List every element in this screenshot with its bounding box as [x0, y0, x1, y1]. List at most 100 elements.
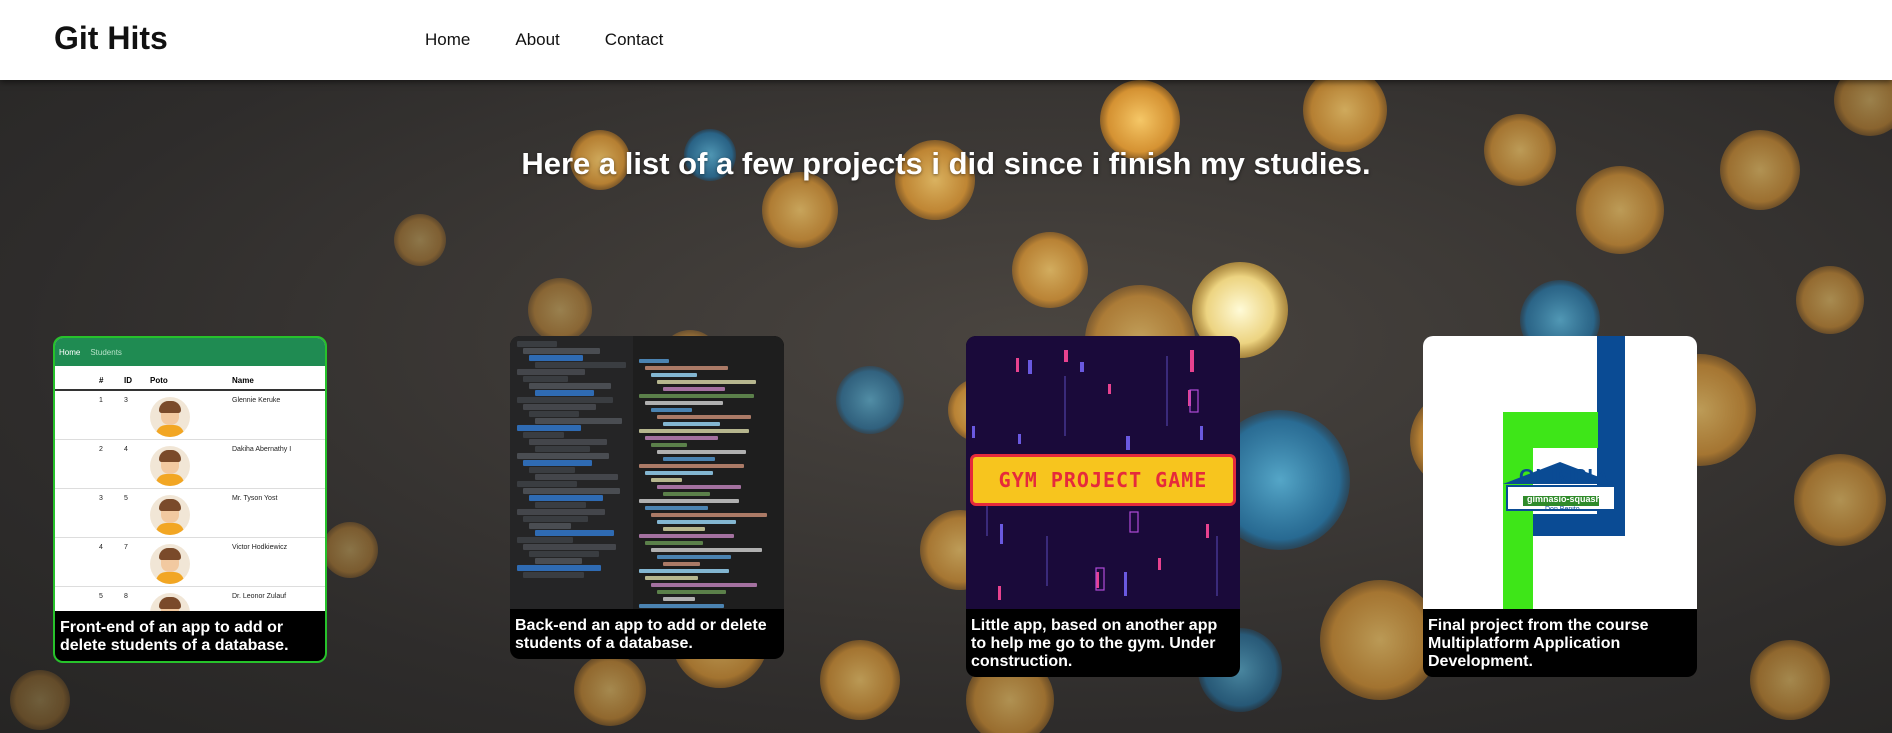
code-line — [663, 527, 705, 531]
file-tree-line — [517, 341, 557, 347]
thumb-col-hash: # — [99, 376, 104, 385]
file-tree-line — [523, 488, 620, 494]
thumb-col-name: Name — [232, 376, 254, 385]
file-tree-line — [529, 495, 603, 501]
file-tree-line — [523, 544, 616, 550]
code-line — [657, 415, 751, 419]
code-line — [651, 373, 697, 377]
code-line — [645, 401, 723, 405]
row-id: 8 — [124, 593, 128, 600]
file-tree-line — [535, 418, 622, 424]
file-tree-line — [523, 432, 564, 438]
row-id: 5 — [124, 495, 128, 502]
file-tree-line — [517, 509, 605, 515]
file-tree-line — [529, 523, 571, 529]
code-line — [645, 436, 718, 440]
code-file-explorer — [510, 336, 633, 609]
code-line — [651, 513, 767, 517]
file-tree-line — [517, 565, 601, 571]
code-line — [663, 422, 720, 426]
code-line — [639, 394, 754, 398]
logo-place-text: Don Benito — [1545, 506, 1580, 513]
game-title-banner: GYM PROJECT GAME — [970, 454, 1236, 506]
file-tree-line — [517, 537, 573, 543]
code-line — [645, 576, 698, 580]
file-tree-line — [523, 460, 592, 466]
project-card-final[interactable]: OLIMPIA gimnasio-squash Don Benito Final… — [1423, 336, 1697, 677]
code-line — [639, 499, 739, 503]
table-row: 4 7 Victor Hodkiewicz — [55, 538, 325, 587]
file-tree-line — [523, 516, 588, 522]
row-name: Glennie Keruke — [232, 397, 281, 404]
code-line — [639, 429, 749, 433]
thumb-table-header: # ID Poto Name — [55, 366, 325, 391]
code-line — [651, 478, 682, 482]
code-line — [663, 562, 700, 566]
nav-home-link[interactable]: Home — [425, 30, 470, 50]
avatar — [150, 495, 232, 537]
code-line — [651, 583, 757, 587]
code-line — [657, 380, 756, 384]
nav-about-link[interactable]: About — [515, 30, 559, 50]
table-row: 1 3 Glennie Keruke — [55, 391, 325, 440]
avatar — [150, 397, 232, 439]
file-tree-line — [529, 383, 611, 389]
file-tree-line — [517, 369, 585, 375]
file-tree-line — [535, 474, 618, 480]
file-tree-line — [535, 502, 586, 508]
row-number: 5 — [99, 593, 103, 600]
file-tree-line — [529, 355, 583, 361]
code-line — [645, 541, 703, 545]
avatar — [150, 544, 232, 586]
logo-sub-text: gimnasio-squash — [1527, 494, 1602, 504]
table-row: 3 5 Mr. Tyson Yost — [55, 489, 325, 538]
project-thumbnail-gym: GYM PROJECT GAME — [966, 336, 1240, 609]
site-brand[interactable]: Git Hits — [54, 20, 168, 57]
project-thumbnail-backend — [510, 336, 784, 609]
hero-background: Here a list of a few projects i did sinc… — [0, 80, 1892, 733]
logo-main-text: OLIMPIA — [1519, 466, 1610, 488]
code-editor-pane — [633, 336, 784, 609]
code-line — [639, 604, 724, 608]
file-tree-line — [517, 481, 577, 487]
file-tree-line — [523, 572, 584, 578]
project-caption: Little app, based on another app to help… — [971, 617, 1218, 670]
thumb-col-id: ID — [124, 376, 132, 385]
code-line — [657, 590, 726, 594]
thumb-nav-students: Students — [90, 347, 122, 357]
project-caption: Front-end of an app to add or delete stu… — [60, 619, 289, 654]
code-line — [639, 534, 734, 538]
row-number: 3 — [99, 495, 103, 502]
thumb-col-photo: Poto — [150, 376, 168, 385]
thumb-nav-home: Home — [59, 347, 81, 357]
avatar — [150, 593, 232, 611]
nav-contact-link[interactable]: Contact — [605, 30, 664, 50]
row-number: 4 — [99, 544, 103, 551]
file-tree-line — [529, 467, 575, 473]
code-line — [663, 597, 695, 601]
row-name: Victor Hodkiewicz — [232, 544, 288, 551]
file-tree-line — [529, 439, 607, 445]
code-line — [663, 387, 725, 391]
code-line — [657, 450, 746, 454]
code-line — [657, 520, 736, 524]
file-tree-line — [535, 558, 582, 564]
row-number: 2 — [99, 446, 103, 453]
project-card-backend[interactable]: Back-end an app to add or delete student… — [510, 336, 784, 659]
code-line — [645, 506, 708, 510]
code-line — [663, 457, 715, 461]
code-line — [651, 408, 692, 412]
project-caption: Back-end an app to add or delete student… — [515, 617, 767, 652]
file-tree-line — [517, 425, 581, 431]
code-line — [651, 548, 762, 552]
code-line — [663, 492, 710, 496]
code-line — [639, 464, 744, 468]
file-tree-line — [523, 376, 568, 382]
row-id: 4 — [124, 446, 128, 453]
file-tree-line — [523, 348, 600, 354]
project-card-gym[interactable]: GYM PROJECT GAME Little app, based on an… — [966, 336, 1240, 677]
project-caption: Final project from the course Multiplatf… — [1428, 617, 1649, 670]
site-header: Git Hits Home About Contact — [0, 0, 1892, 80]
project-card-frontend[interactable]: Home Students # ID Poto Name 1 3 Glennie… — [53, 336, 327, 663]
row-name: Dakiha Abernathy I — [232, 446, 292, 453]
